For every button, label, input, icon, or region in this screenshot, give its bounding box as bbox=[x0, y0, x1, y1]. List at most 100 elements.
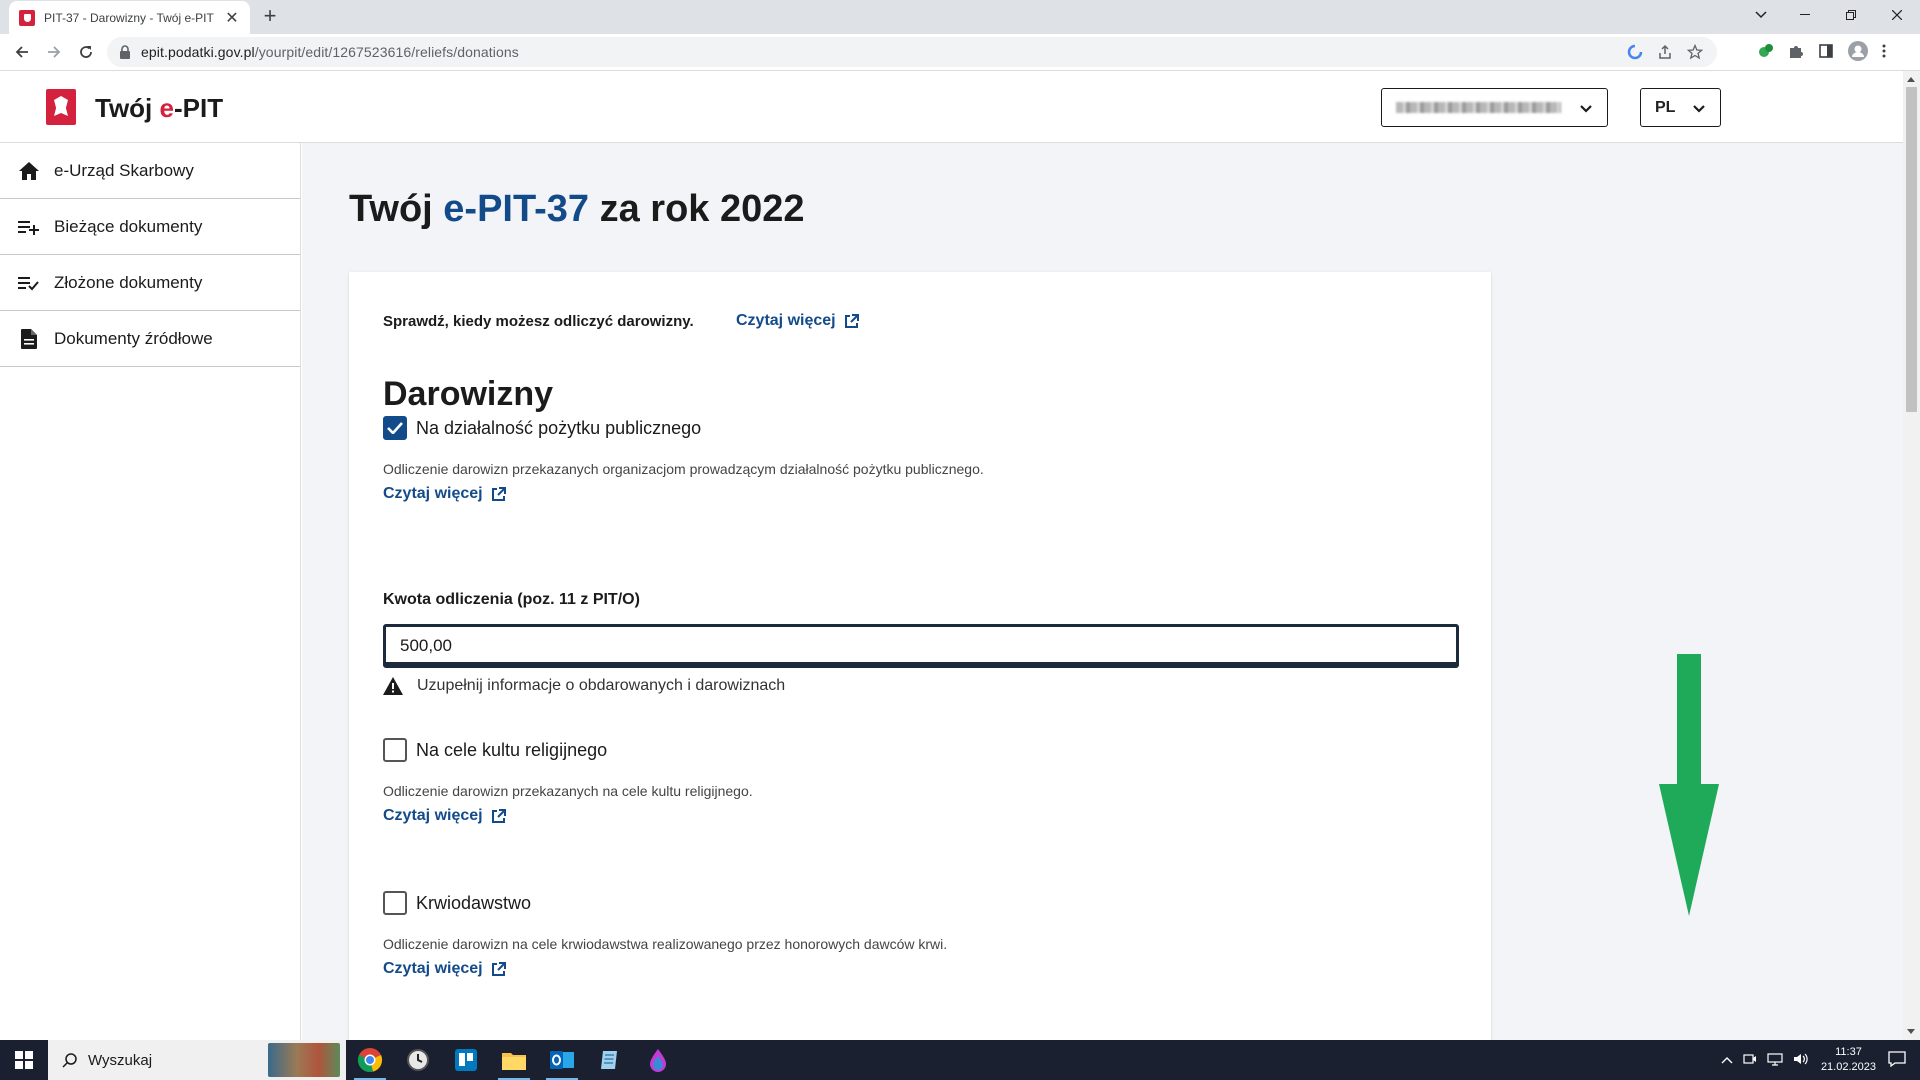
sidebar-item-e-urzad[interactable]: e-Urząd Skarbowy bbox=[0, 143, 300, 199]
windows-taskbar: Wyszukaj 11:37 21.02.2023 bbox=[0, 1040, 1920, 1080]
option-kult-religijny[interactable]: Na cele kultu religijnego bbox=[383, 738, 607, 762]
extension-green-icon[interactable] bbox=[1758, 43, 1774, 64]
polish-eagle-logo-icon bbox=[46, 89, 76, 125]
tab-title: PIT-37 - Darowizny - Twój e-PIT bbox=[44, 10, 214, 25]
address-bar[interactable]: epit.podatki.gov.pl/yourpit/edit/1267523… bbox=[107, 37, 1717, 67]
tab-search-icon[interactable] bbox=[1738, 0, 1784, 30]
option-read-more-link[interactable]: Czytaj więcej bbox=[383, 960, 506, 978]
share-icon[interactable] bbox=[1657, 44, 1673, 60]
taskbar-search[interactable]: Wyszukaj bbox=[48, 1040, 346, 1080]
bookmark-star-icon[interactable] bbox=[1686, 43, 1704, 60]
volume-icon[interactable] bbox=[1793, 1052, 1809, 1069]
browser-tab[interactable]: PIT-37 - Darowizny - Twój e-PIT ✕ bbox=[9, 1, 250, 34]
document-icon bbox=[18, 328, 40, 350]
chevron-down-icon bbox=[1580, 104, 1592, 113]
scroll-up-arrow-icon[interactable] bbox=[1907, 77, 1915, 82]
clock-app-icon[interactable] bbox=[394, 1040, 442, 1080]
site-logo[interactable]: Twój e-PIT bbox=[95, 93, 223, 124]
chrome-app-icon[interactable] bbox=[346, 1040, 394, 1080]
checkbox-unchecked[interactable] bbox=[383, 891, 407, 915]
close-tab-icon[interactable]: ✕ bbox=[224, 8, 240, 28]
taskbar-clock[interactable]: 11:37 21.02.2023 bbox=[1821, 1045, 1876, 1075]
option-label: Na cele kultu religijnego bbox=[416, 739, 608, 760]
side-panel-icon[interactable] bbox=[1818, 43, 1834, 64]
page-title: Twój e-PIT-37 za rok 2022 bbox=[349, 188, 805, 230]
warning-message: Uzupełnij informacje o obdarowanych i da… bbox=[383, 677, 785, 695]
sidebar-item-label: Złożone dokumenty bbox=[54, 272, 203, 292]
amount-input[interactable] bbox=[383, 624, 1459, 668]
system-tray: 11:37 21.02.2023 bbox=[1721, 1040, 1920, 1080]
reload-icon[interactable] bbox=[74, 40, 98, 64]
option-read-more-link[interactable]: Czytaj więcej bbox=[383, 485, 506, 503]
search-highlight-image bbox=[268, 1043, 340, 1077]
scroll-down-icon[interactable] bbox=[1907, 1029, 1915, 1034]
option-label: Krwiodawstwo bbox=[416, 892, 532, 913]
user-account-select[interactable] bbox=[1381, 88, 1608, 127]
search-placeholder: Wyszukaj bbox=[88, 1051, 153, 1069]
page-scrollbar[interactable] bbox=[1903, 71, 1920, 1040]
trello-app-icon[interactable] bbox=[442, 1040, 490, 1080]
playlist-check-icon bbox=[18, 272, 40, 294]
option-read-more-link[interactable]: Czytaj więcej bbox=[383, 807, 506, 825]
section-title: Darowizny bbox=[383, 375, 554, 413]
profile-avatar-icon[interactable] bbox=[1848, 41, 1868, 66]
search-icon bbox=[62, 1053, 77, 1068]
sidebar-item-biezace[interactable]: Bieżące dokumenty bbox=[0, 199, 300, 255]
external-link-icon bbox=[491, 486, 506, 501]
outlook-app-icon[interactable] bbox=[538, 1040, 586, 1080]
external-link-icon bbox=[491, 961, 506, 976]
url-text: epit.podatki.gov.pl/yourpit/edit/1267523… bbox=[141, 44, 519, 60]
sidebar: e-Urząd Skarbowy Bieżące dokumenty Złożo… bbox=[0, 143, 301, 1040]
option-krwiodawstwo[interactable]: Krwiodawstwo bbox=[383, 891, 531, 915]
sidebar-item-label: Dokumenty źródłowe bbox=[54, 328, 213, 348]
browser-tabstrip: PIT-37 - Darowizny - Twój e-PIT ✕ + bbox=[0, 0, 1920, 34]
restore-button[interactable] bbox=[1828, 0, 1874, 30]
windows-start-icon[interactable] bbox=[0, 1040, 48, 1080]
sidebar-item-zrodlowe[interactable]: Dokumenty źródłowe bbox=[0, 311, 300, 367]
home-icon bbox=[18, 160, 40, 182]
extensions-puzzle-icon[interactable] bbox=[1788, 43, 1804, 64]
back-icon[interactable] bbox=[10, 40, 34, 64]
checkbox-unchecked[interactable] bbox=[383, 738, 407, 762]
sidebar-item-label: e-Urząd Skarbowy bbox=[54, 160, 194, 180]
site-header: Twój e-PIT PL bbox=[0, 71, 1903, 143]
external-link-icon bbox=[844, 313, 859, 328]
language-value: PL bbox=[1655, 98, 1676, 116]
forward-icon[interactable] bbox=[42, 40, 66, 64]
language-select[interactable]: PL bbox=[1640, 88, 1721, 127]
playlist-add-icon bbox=[18, 216, 40, 238]
meet-now-icon[interactable] bbox=[1743, 1052, 1757, 1069]
hint-text: Sprawdź, kiedy możesz odliczyć darowizny… bbox=[383, 313, 694, 330]
clock-time: 11:37 bbox=[1835, 1046, 1862, 1058]
paint-app-icon[interactable] bbox=[634, 1040, 682, 1080]
checkbox-checked[interactable] bbox=[383, 416, 407, 440]
browser-menu-icon[interactable] bbox=[1882, 43, 1886, 64]
lock-icon bbox=[120, 45, 130, 59]
notepad-app-icon[interactable] bbox=[586, 1040, 634, 1080]
new-tab-button[interactable]: + bbox=[258, 5, 282, 29]
checkmark-icon bbox=[387, 422, 403, 434]
chevron-down-icon bbox=[1693, 104, 1705, 113]
amount-label: Kwota odliczenia (poz. 11 z PIT/O) bbox=[383, 591, 640, 608]
network-icon[interactable] bbox=[1767, 1052, 1783, 1069]
option-pozytek-publiczny[interactable]: Na działalność pożytku publicznego bbox=[383, 416, 701, 440]
blurred-user-name bbox=[1396, 102, 1561, 113]
favicon-icon bbox=[19, 9, 35, 26]
sidebar-item-label: Bieżące dokumenty bbox=[54, 216, 203, 236]
hint-read-more-link[interactable]: Czytaj więcej bbox=[736, 312, 859, 330]
google-icon[interactable] bbox=[1627, 44, 1643, 60]
clock-date: 21.02.2023 bbox=[1820, 1061, 1876, 1073]
scrollbar-thumb[interactable] bbox=[1906, 87, 1917, 412]
option-description: Odliczenie darowizn na cele krwiodawstwa… bbox=[383, 936, 948, 952]
option-description: Odliczenie darowizn przekazanych na cele… bbox=[383, 783, 753, 799]
file-explorer-icon[interactable] bbox=[490, 1040, 538, 1080]
donations-card: Sprawdź, kiedy możesz odliczyć darowizny… bbox=[349, 272, 1491, 1040]
sidebar-item-zlozone[interactable]: Złożone dokumenty bbox=[0, 255, 300, 311]
minimize-button[interactable] bbox=[1782, 0, 1828, 30]
tray-chevron-up-icon[interactable] bbox=[1721, 1053, 1733, 1067]
warning-triangle-icon bbox=[383, 677, 403, 695]
option-description: Odliczenie darowizn przekazanych organiz… bbox=[383, 461, 984, 477]
notification-center-icon[interactable] bbox=[1888, 1050, 1906, 1070]
scroll-down-arrow-icon bbox=[1659, 654, 1719, 916]
close-window-button[interactable] bbox=[1874, 0, 1920, 30]
